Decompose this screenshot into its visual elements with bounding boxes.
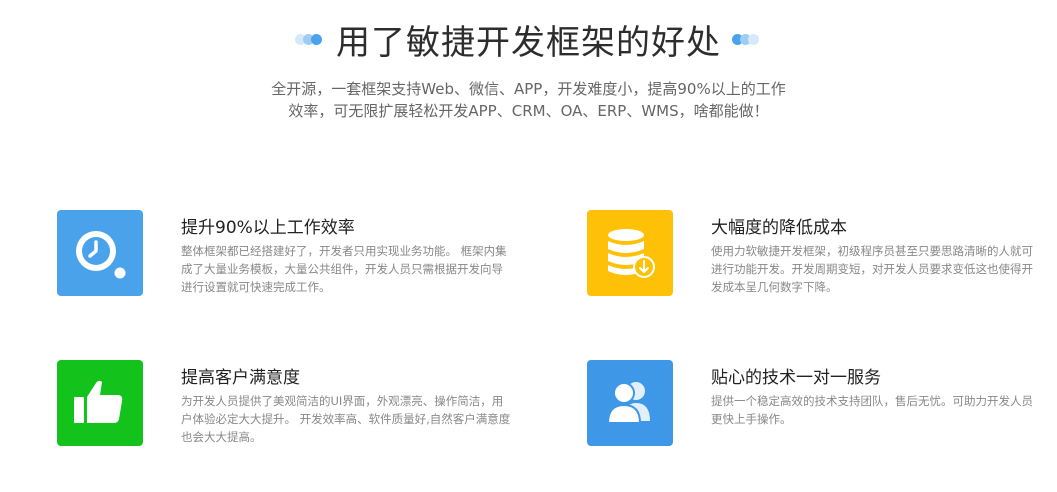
feature-description: 为开发人员提供了美观简洁的UI界面，外观漂亮、操作简洁，用户体验必定大大提升。 … <box>181 394 511 444</box>
section-subtitle: 全开源，一套框架支持Web、微信、APP，开发难度小，提高90%以上的工作 效率… <box>0 78 1057 122</box>
feature-description: 整体框架都已经搭建好了，开发者只用实现业务功能。 框架内集成了大量业务模板，大量… <box>181 244 507 294</box>
feature-support: 贴心的技术一对一服务 提供一个稳定高效的技术支持团队，售后无忧。可助力开发人员更… <box>587 360 1057 450</box>
feature-title: 提升90%以上工作效率 <box>181 218 355 238</box>
feature-cost: 大幅度的降低成本 使用力软敏捷开发框架，初级程序员甚至只要思路清晰的人就可进行功… <box>587 210 1057 300</box>
section-title: 用了敏捷开发框架的好处 <box>336 22 721 63</box>
feature-description: 使用力软敏捷开发框架，初级程序员甚至只要思路清晰的人就可进行功能开发。开发周期变… <box>711 244 1033 294</box>
feature-efficiency: 提升90%以上工作效率 整体框架都已经搭建好了，开发者只用实现业务功能。 框架内… <box>57 210 527 300</box>
feature-satisfaction: 提高客户满意度 为开发人员提供了美观简洁的UI界面，外观漂亮、操作简洁，用户体验… <box>57 360 527 450</box>
thumbs-up-icon <box>57 360 143 446</box>
decorative-dots-right <box>732 33 759 45</box>
decorative-dots-left <box>295 33 322 45</box>
clock-icon <box>57 210 143 296</box>
subtitle-line-1: 全开源，一套框架支持Web、微信、APP，开发难度小，提高90%以上的工作 <box>271 80 786 98</box>
subtitle-line-2: 效率，可无限扩展轻松开发APP、CRM、OA、ERP、WMS，啥都能做！ <box>288 102 769 120</box>
users-icon <box>587 360 673 446</box>
feature-description: 提供一个稳定高效的技术支持团队，售后无忧。可助力开发人员更快上手操作。 <box>711 394 1033 426</box>
section-header: 用了敏捷开发框架的好处 <box>0 14 1057 64</box>
feature-title: 贴心的技术一对一服务 <box>711 368 881 388</box>
feature-title: 大幅度的降低成本 <box>711 218 847 238</box>
feature-title: 提高客户满意度 <box>181 368 300 388</box>
database-icon <box>587 210 673 296</box>
